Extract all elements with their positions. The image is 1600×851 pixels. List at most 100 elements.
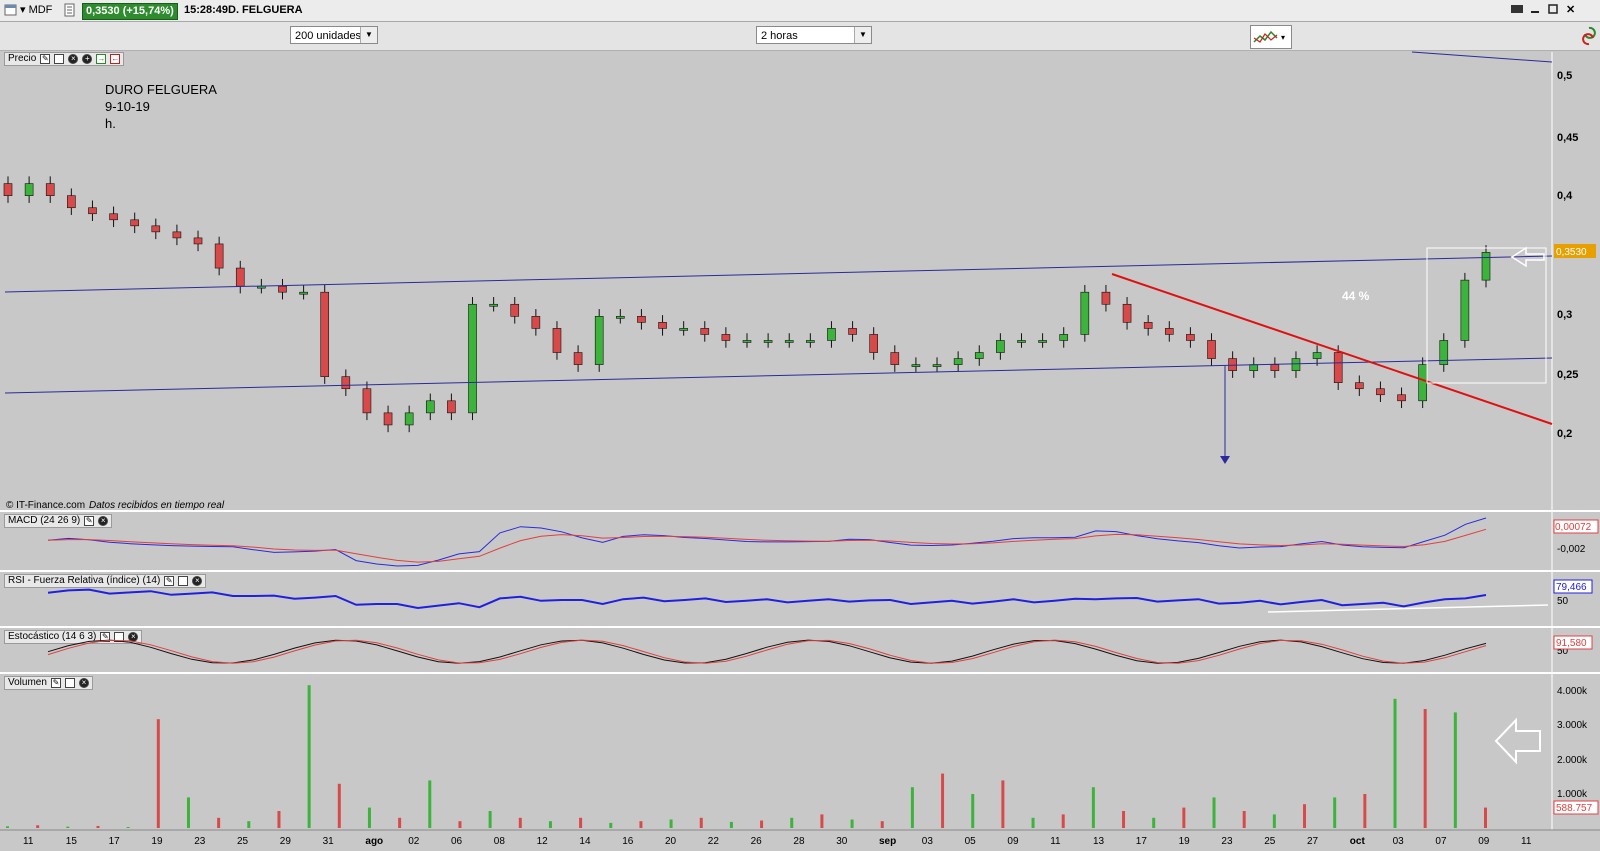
current-price-label: 0,3530: [1556, 247, 1587, 258]
candle: [278, 285, 287, 293]
candle: [151, 225, 161, 233]
candle: [784, 340, 794, 343]
volume-bar: [36, 825, 40, 828]
macd-value: 0,00072: [1555, 522, 1592, 533]
candle: [1017, 340, 1026, 343]
candle: [362, 388, 372, 414]
rsi-value: 79,466: [1556, 582, 1587, 593]
x-tick-label: 08: [494, 836, 506, 847]
volume-bar: [1091, 787, 1095, 828]
volume-tick: 1.000k: [1557, 789, 1588, 800]
candle: [1270, 364, 1280, 371]
x-tick-label: 11: [23, 836, 34, 847]
volume-bar: [1031, 817, 1035, 828]
volume-bar: [1453, 712, 1457, 828]
candle: [679, 328, 688, 331]
x-tick-label: oct: [1350, 836, 1366, 847]
volume-bar: [307, 685, 311, 828]
candle: [447, 400, 456, 414]
candle: [1418, 364, 1427, 402]
x-tick-label: 26: [751, 836, 763, 847]
volume-bar: [910, 787, 914, 828]
candle: [721, 334, 731, 341]
rsi-tick: 50: [1557, 596, 1569, 607]
x-tick-label: sep: [879, 836, 896, 847]
candle: [974, 352, 984, 359]
volume-bar: [1212, 797, 1216, 828]
volume-value: 588.757: [1556, 803, 1593, 814]
volume-bar: [699, 817, 703, 828]
x-tick-label: 05: [965, 836, 977, 847]
x-tick-label: 22: [708, 836, 720, 847]
volume-bar: [217, 817, 221, 828]
candle: [1164, 328, 1174, 335]
candle: [45, 183, 55, 196]
candle: [1228, 358, 1237, 371]
candle: [510, 303, 520, 317]
candle: [953, 358, 963, 365]
candle: [425, 400, 435, 414]
volume-bar: [458, 821, 462, 828]
candle: [1101, 291, 1111, 305]
macd-line: [47, 517, 1487, 567]
candle: [1376, 388, 1385, 396]
candle: [172, 231, 182, 239]
candle: [299, 291, 308, 295]
candle: [1186, 334, 1195, 341]
x-tick-label: 25: [1264, 836, 1276, 847]
x-tick-label: 16: [622, 836, 634, 847]
x-tick-label: 28: [793, 836, 805, 847]
volume-bar: [428, 780, 432, 828]
price-tick: 0,3: [1557, 309, 1572, 321]
price-tick: 0,5: [1557, 70, 1572, 82]
annotation-date: 9-10-19: [105, 99, 150, 114]
channel-top-line: [1411, 51, 1553, 63]
x-tick-label: ago: [365, 836, 383, 847]
x-tick-label: 19: [1179, 836, 1191, 847]
downtrend-line: [1111, 273, 1553, 425]
x-tick-label: 12: [537, 836, 549, 847]
candle: [552, 328, 562, 353]
volume-bar: [1423, 709, 1427, 828]
price-tick: 0,25: [1557, 369, 1578, 381]
volume-bar: [398, 817, 402, 828]
x-tick-label: 20: [665, 836, 677, 847]
candle: [1333, 352, 1343, 383]
time-axis: 11 15 17 19 23 25 29 31 ago 02 06 08 12 14 16 20 22 26 28 3…: [23, 836, 1532, 847]
candle: [130, 219, 139, 227]
candle: [869, 334, 878, 353]
volume-bar: [1363, 794, 1367, 828]
volume-bar: [639, 821, 643, 828]
volume-bar: [1393, 698, 1397, 828]
candle: [235, 267, 245, 287]
candle: [383, 412, 393, 426]
candle: [573, 352, 583, 365]
x-tick-label: 30: [836, 836, 848, 847]
candle: [3, 183, 13, 196]
volume-bar: [729, 821, 733, 828]
arrow-left-icon: [1494, 717, 1541, 765]
candle: [616, 316, 625, 319]
volume-bar: [579, 817, 583, 828]
candle: [637, 316, 646, 323]
volume-bar: [6, 826, 9, 828]
candle: [531, 316, 541, 329]
candle: [1397, 394, 1406, 402]
candle: [88, 207, 97, 215]
candle: [404, 412, 414, 426]
volume-bar: [96, 825, 100, 828]
volume-tick: 3.000k: [1557, 720, 1588, 731]
candle: [806, 340, 815, 343]
candle: [742, 340, 752, 343]
volume-bar: [277, 811, 281, 828]
candle: [1355, 382, 1364, 390]
price-tick: 0,2: [1557, 428, 1572, 440]
candle: [468, 303, 477, 414]
volume-bar: [941, 773, 945, 828]
volume-bar: [880, 821, 884, 828]
x-tick-label: 03: [1393, 836, 1405, 847]
volume-bar: [971, 794, 975, 828]
x-tick-label: 09: [1007, 836, 1019, 847]
stoch-value: 91,580: [1556, 638, 1587, 649]
candle: [1122, 303, 1132, 323]
